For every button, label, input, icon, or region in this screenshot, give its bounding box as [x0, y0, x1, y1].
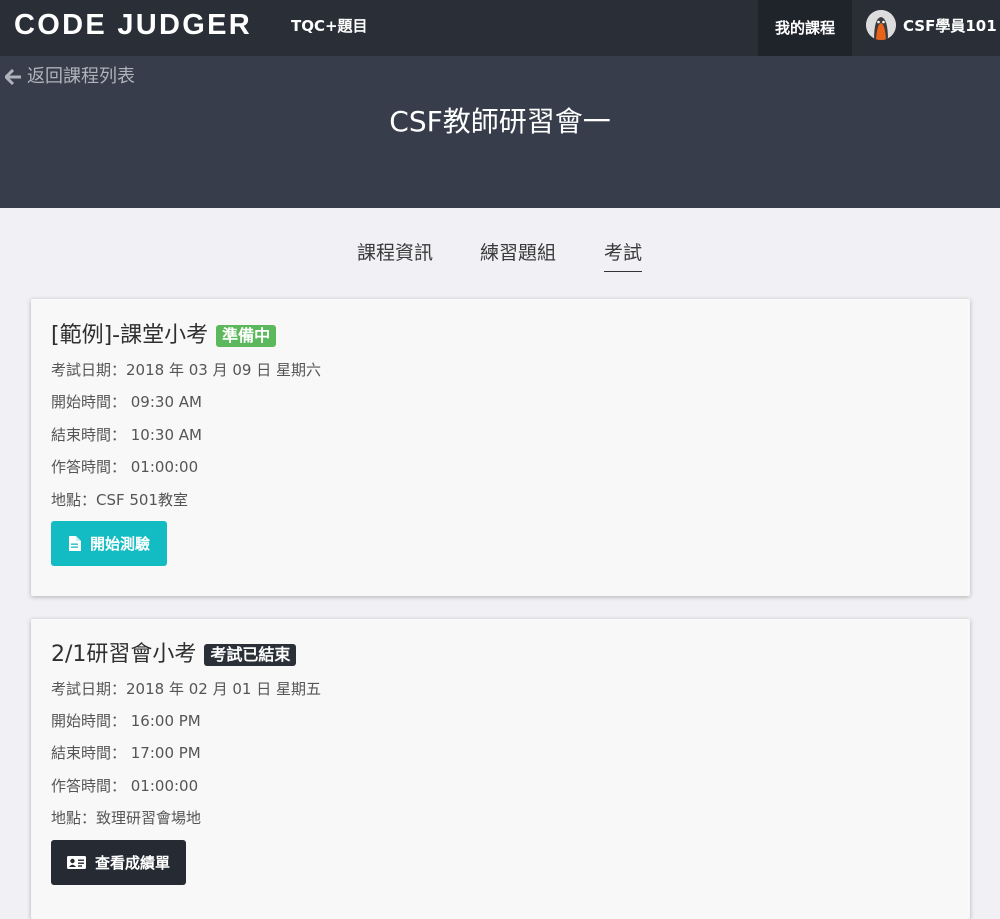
course-tabs: 課程資訊 練習題組 考試 [0, 240, 1000, 274]
tab-course-info[interactable]: 課程資訊 [357, 240, 433, 266]
id-card-icon [66, 856, 86, 869]
exam-title: [範例]-課堂小考 [51, 323, 209, 348]
exam-title-row: 2/1研習會小考 考試已結束 [51, 640, 297, 670]
status-badge: 準備中 [216, 325, 277, 347]
start-exam-label: 開始測驗 [89, 535, 150, 553]
user-name[interactable]: CSF學員101 [903, 15, 997, 37]
site-logo[interactable]: CODE JUDGER [14, 8, 252, 42]
tab-practice-sets[interactable]: 練習題組 [480, 240, 556, 266]
exam-duration: 作答時間： 01:00:00 [51, 777, 199, 795]
nav-link-tqc[interactable]: TQC+題目 [291, 15, 368, 37]
arrow-left-icon [5, 69, 21, 85]
exam-card: 2/1研習會小考 考試已結束 考試日期：2018 年 02 月 01 日 星期五… [31, 619, 970, 919]
view-transcript-button[interactable]: 查看成績單 [51, 840, 186, 885]
tab-exams[interactable]: 考試 [604, 240, 643, 272]
exam-start-time: 開始時間： 09:30 AM [51, 393, 202, 411]
view-transcript-label: 查看成績單 [94, 854, 170, 872]
avatar[interactable] [866, 10, 896, 40]
exam-title-row: [範例]-課堂小考 準備中 [51, 321, 277, 351]
exam-location: 地點：致理研習會場地 [51, 809, 202, 827]
exam-location: 地點：CSF 501教室 [51, 491, 189, 509]
penguin-avatar-icon [866, 10, 896, 40]
exam-card: [範例]-課堂小考 準備中 考試日期：2018 年 03 月 09 日 星期六 … [31, 299, 970, 596]
course-header: 返回課程列表 CSF教師研習會一 [0, 56, 1000, 208]
document-icon [68, 536, 81, 551]
page-title: CSF教師研習會一 [389, 105, 611, 138]
exam-end-time: 結束時間： 10:30 AM [51, 426, 202, 444]
start-exam-button[interactable]: 開始測驗 [51, 521, 167, 566]
exam-title: 2/1研習會小考 [51, 642, 197, 667]
top-navbar: CODE JUDGER TQC+題目 我的課程 CSF學員101 [0, 0, 1000, 56]
exam-duration: 作答時間： 01:00:00 [51, 458, 199, 476]
exam-start-time: 開始時間： 16:00 PM [51, 712, 201, 730]
exam-date: 考試日期：2018 年 03 月 09 日 星期六 [51, 361, 321, 379]
back-link-label: 返回課程列表 [27, 66, 135, 87]
exam-date: 考試日期：2018 年 02 月 01 日 星期五 [51, 680, 321, 698]
back-link[interactable]: 返回課程列表 [5, 65, 135, 89]
nav-my-courses[interactable]: 我的課程 [758, 0, 852, 56]
status-badge: 考試已結束 [204, 644, 297, 666]
exam-end-time: 結束時間： 17:00 PM [51, 744, 201, 762]
